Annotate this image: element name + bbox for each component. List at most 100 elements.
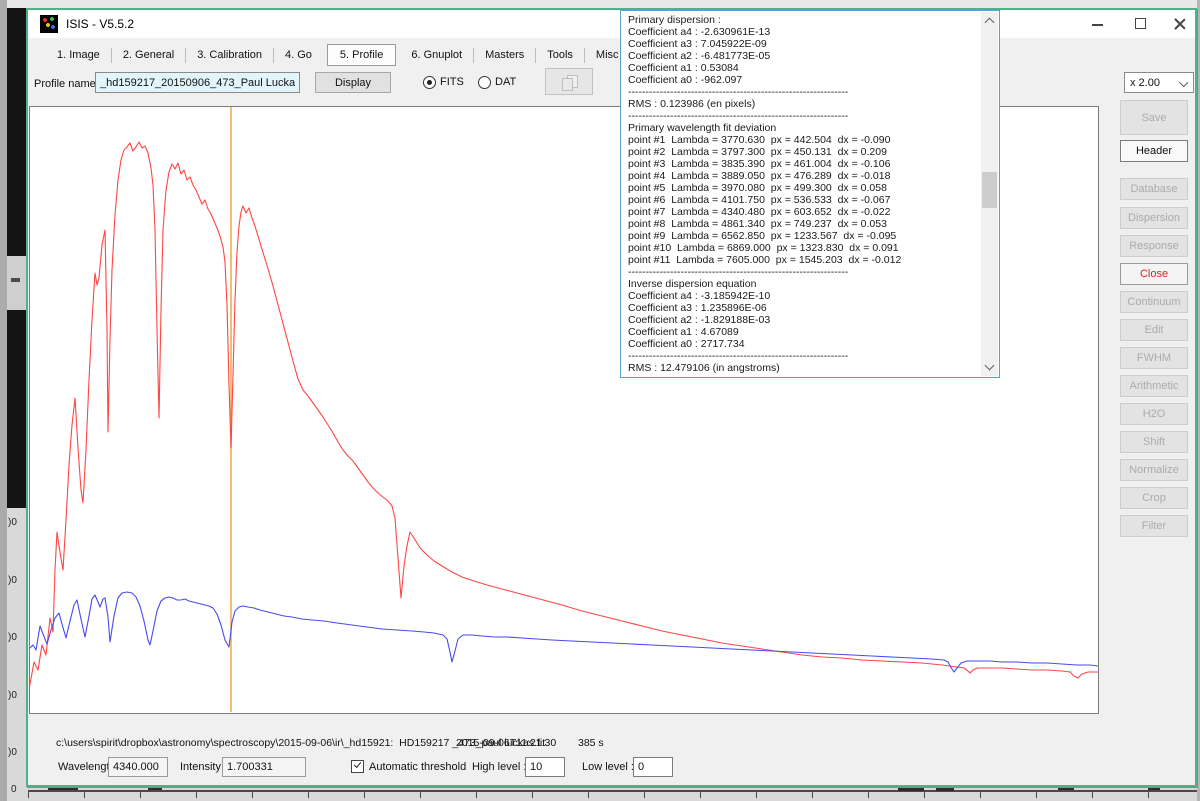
report-line: Coefficient a4 : -2.630961E-13 [628, 26, 976, 38]
tab-gnuplot[interactable]: 6. Gnuplot [400, 45, 473, 65]
report-line: point #5 Lambda = 3970.080 px = 499.300 … [628, 182, 976, 194]
wavelength-field[interactable] [108, 757, 168, 777]
report-line: Primary wavelength fit deviation [628, 122, 976, 134]
dispersion-button[interactable]: Dispersion [1120, 207, 1188, 229]
edit-button[interactable]: Edit [1120, 319, 1188, 341]
tab-image[interactable]: 1. Image [46, 45, 111, 65]
report-line: point #8 Lambda = 4861.340 px = 749.237 … [628, 218, 976, 230]
background-dash [148, 787, 162, 790]
close-button[interactable]: Close [1120, 263, 1188, 285]
tab-masters[interactable]: Masters [474, 45, 535, 65]
dat-radio[interactable] [478, 76, 491, 89]
response-button[interactable]: Response [1120, 235, 1188, 257]
background-dash [1148, 787, 1160, 790]
profile-name-input[interactable] [95, 72, 300, 93]
report-line: point #9 Lambda = 6562.850 px = 1233.567… [628, 230, 976, 242]
tab-profile[interactable]: 5. Profile [327, 44, 396, 66]
dispersion-report-popup: Primary dispersion :Coefficient a4 : -2.… [620, 10, 1000, 378]
automatic-threshold-checkbox[interactable] [351, 760, 364, 773]
maximize-icon[interactable] [1133, 16, 1149, 32]
copy-button[interactable] [545, 68, 593, 95]
report-line: Coefficient a2 : -1.829188E-03 [628, 314, 976, 326]
background-scrollbar [0, 0, 7, 801]
tab-go[interactable]: 4. Go [274, 45, 323, 65]
report-line: Coefficient a2 : -6.481773E-05 [628, 50, 976, 62]
scroll-down-icon[interactable] [985, 361, 995, 371]
report-line: ----------------------------------------… [628, 86, 976, 98]
report-line: Coefficient a1 : 0.53084 [628, 62, 976, 74]
report-line: point #3 Lambda = 3835.390 px = 461.004 … [628, 158, 976, 170]
zoom-select[interactable]: x 2.00 [1124, 72, 1194, 93]
tab-calibration[interactable]: 3. Calibration [186, 45, 273, 65]
crop-button[interactable]: Crop [1120, 487, 1188, 509]
report-line: Coefficient a1 : 4.67089 [628, 326, 976, 338]
save-button[interactable]: Save [1120, 100, 1188, 135]
copy-icon [562, 75, 578, 90]
database-button[interactable]: Database [1120, 178, 1188, 200]
status-row: c:\users\spirit\dropbox\astronomy\spectr… [28, 737, 1118, 753]
screen: )0)0)0)0)0 0 ISIS - V5.5.2 1. Image 2. G… [0, 0, 1200, 801]
tab-tools[interactable]: Tools [536, 45, 584, 65]
fits-radio[interactable] [423, 76, 436, 89]
display-button[interactable]: Display [315, 72, 391, 93]
report-line: point #6 Lambda = 4101.750 px = 536.533 … [628, 194, 976, 206]
minimize-icon[interactable] [1090, 16, 1106, 32]
report-line: Primary dispersion : [628, 14, 976, 26]
background-mark [11, 278, 20, 282]
exposure-time: 385 s [578, 737, 604, 749]
close-icon[interactable] [1172, 16, 1188, 32]
h2o-button[interactable]: H2O [1120, 403, 1188, 425]
report-line: RMS : 12.479106 (in angstroms) [628, 362, 976, 374]
background-dash [1058, 787, 1074, 790]
fwhm-button[interactable]: FWHM [1120, 347, 1188, 369]
profile-name-label: Profile name : [34, 78, 102, 90]
background-axis-ticks [28, 792, 1198, 798]
zoom-select-value: x 2.00 [1130, 77, 1160, 89]
dispersion-report-text: Primary dispersion :Coefficient a4 : -2.… [628, 14, 976, 374]
low-level-field[interactable] [633, 757, 673, 777]
popup-scrollbar[interactable] [981, 12, 998, 376]
report-line: point #11 Lambda = 7605.000 px = 1545.20… [628, 254, 976, 266]
report-line: RMS : 0.123986 (en pixels) [628, 98, 976, 110]
report-line: point #1 Lambda = 3770.630 px = 442.504 … [628, 134, 976, 146]
report-line: Coefficient a0 : 2717.734 [628, 338, 976, 350]
tab-general[interactable]: 2. General [112, 45, 185, 65]
dat-radio-label: DAT [495, 76, 516, 88]
app-icon [40, 15, 58, 33]
filter-button[interactable]: Filter [1120, 515, 1188, 537]
reference-spectrum-blue-curve [30, 592, 1098, 672]
report-line: point #7 Lambda = 4340.480 px = 603.652 … [628, 206, 976, 218]
high-level-field[interactable] [525, 757, 565, 777]
report-line: Inverse dispersion equation [628, 278, 976, 290]
scrollbar-thumb[interactable] [982, 172, 997, 208]
low-level-label: Low level : [582, 761, 634, 773]
arithmetic-button[interactable]: Arithmetic [1120, 375, 1188, 397]
report-line: ----------------------------------------… [628, 110, 976, 122]
background-dash [48, 787, 78, 790]
checkmark-icon [354, 760, 362, 768]
report-line: point #10 Lambda = 6869.000 px = 1323.83… [628, 242, 976, 254]
isis-window: ISIS - V5.5.2 1. Image 2. General 3. Cal… [26, 8, 1197, 787]
header-button[interactable]: Header [1120, 140, 1188, 162]
report-line: point #4 Lambda = 3889.050 px = 476.289 … [628, 170, 976, 182]
intensity-field[interactable] [222, 757, 306, 777]
shift-button[interactable]: Shift [1120, 431, 1188, 453]
normalize-button[interactable]: Normalize [1120, 459, 1188, 481]
tabbar: 1. Image 2. General 3. Calibration 4. Go… [46, 42, 630, 68]
scroll-up-icon[interactable] [985, 18, 995, 28]
background-window-lightstrip [7, 508, 26, 801]
background-axis-origin: 0 [11, 784, 17, 795]
window-title: ISIS - V5.5.2 [66, 17, 134, 31]
high-level-label: High level : [472, 761, 526, 773]
fits-radio-label: FITS [440, 76, 464, 88]
titlebar: ISIS - V5.5.2 [28, 10, 1195, 38]
background-dash [936, 787, 954, 791]
report-line: Coefficient a0 : -962.097 [628, 74, 976, 86]
timestamp: 2015-09-06T11:21:30 [456, 737, 556, 749]
report-line: Coefficient a3 : 1.235896E-06 [628, 302, 976, 314]
background-window-patch [7, 256, 26, 310]
report-line: point #2 Lambda = 3797.300 px = 450.131 … [628, 146, 976, 158]
background-dash [898, 787, 924, 791]
continuum-button[interactable]: Continuum [1120, 291, 1188, 313]
report-line: ----------------------------------------… [628, 350, 976, 362]
